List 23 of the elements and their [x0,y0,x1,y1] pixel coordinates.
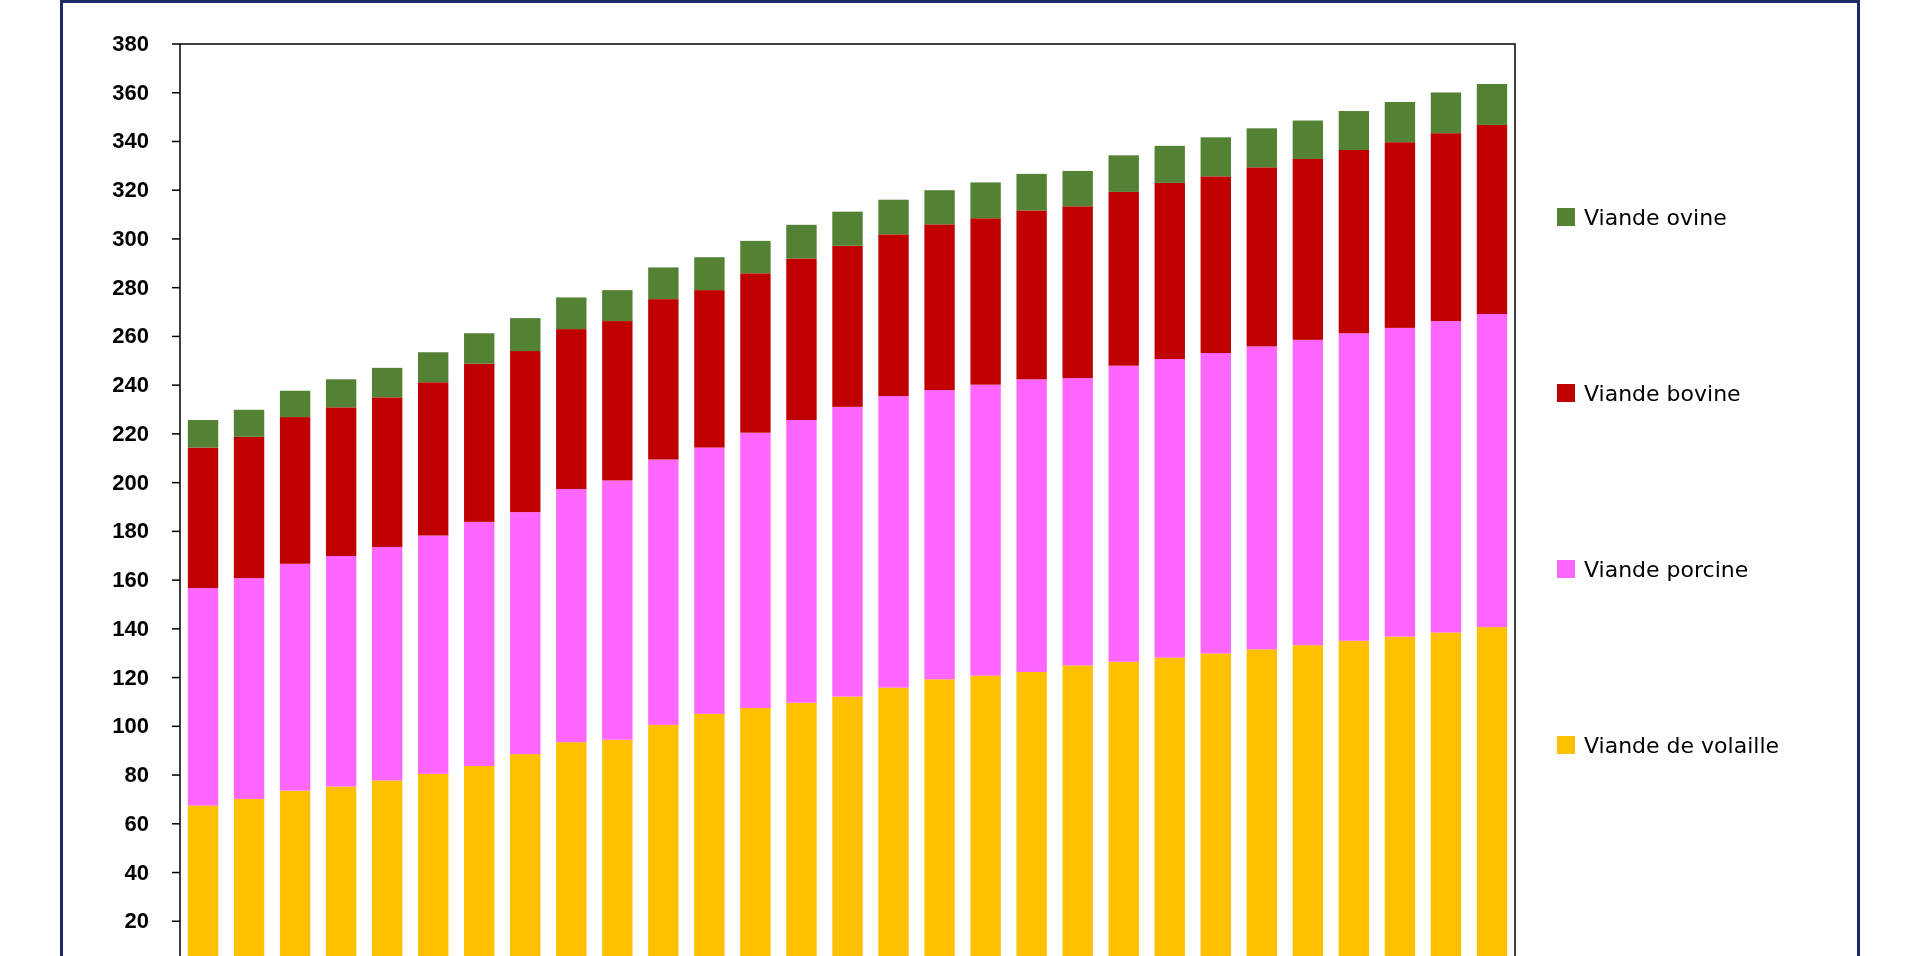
y-axis-label: 340 [112,128,149,154]
y-axis-label: 300 [112,225,149,251]
legend-label: Viande ovine [1584,204,1727,230]
y-axis-label: 380 [112,31,149,56]
y-axis-label: 200 [112,469,149,495]
legend-label: Viande bovine [1584,380,1741,406]
y-axis-label: 220 [112,420,149,446]
y-axis-label: 320 [112,177,149,203]
y-axis-label: 240 [112,372,149,398]
y-axis-label: 120 [112,664,149,690]
y-axis-label: 40 [124,859,149,885]
y-axis-label: 100 [112,713,149,739]
y-axis-label: 180 [112,518,149,544]
y-axis-label: 80 [124,762,149,788]
legend-label: Viande de volaille [1584,732,1780,758]
y-axis-label: 160 [112,567,149,593]
y-axis-label: 260 [112,323,149,349]
y-axis-label: 140 [112,615,149,641]
y-axis-label: 280 [112,274,149,300]
y-axis-label: 360 [112,79,149,105]
y-axis-label: 60 [124,810,149,836]
legend-label: Viande porcine [1584,556,1749,582]
y-axis-label: 20 [124,908,149,934]
